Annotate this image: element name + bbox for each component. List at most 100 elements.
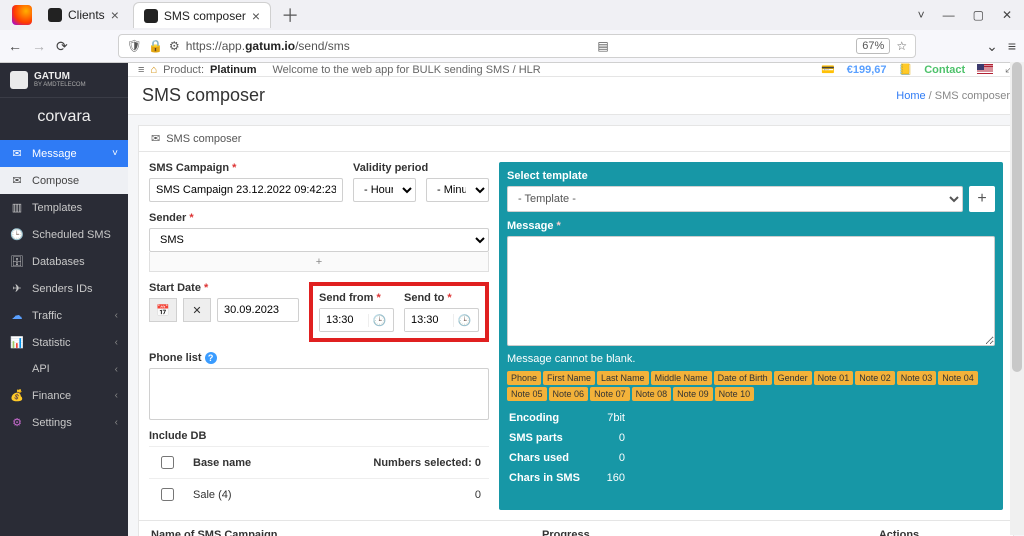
merge-tag[interactable]: Date of Birth [714, 371, 772, 385]
contact-link[interactable]: Contact [924, 64, 965, 76]
lang-flag-icon[interactable] [977, 64, 993, 75]
send-to-input[interactable] [405, 309, 453, 331]
reader-mode-icon[interactable]: ▤ [597, 39, 608, 53]
merge-tag[interactable]: Note 07 [590, 387, 630, 401]
campaign-input[interactable] [149, 178, 343, 202]
sidebar-item-statistic[interactable]: 📊Statistic‹ [0, 329, 128, 356]
nav-back-button[interactable]: ← [8, 38, 22, 54]
message-label: Message * [507, 220, 995, 232]
clock-icon[interactable]: 🕒 [368, 314, 390, 327]
sidebar-label: Compose [32, 175, 79, 187]
close-icon[interactable]: × [111, 7, 119, 23]
calendar-icon[interactable]: 📅 [149, 298, 177, 322]
sidebar-icon: ✉ [10, 147, 24, 160]
window-maximize-button[interactable]: ▢ [973, 8, 984, 22]
breadcrumb: Home / SMS composer [896, 90, 1010, 102]
sidebar-item-message[interactable]: ✉Message˅ [0, 140, 128, 167]
scrollbar-thumb[interactable] [1012, 62, 1022, 372]
sender-select[interactable]: SMS [149, 228, 489, 252]
add-sender-button[interactable]: + [149, 252, 489, 272]
pocket-icon[interactable]: ⌄ [986, 38, 998, 55]
close-icon[interactable]: × [252, 8, 260, 24]
nav-reload-button[interactable]: ⟳ [56, 38, 68, 55]
tab-title: SMS composer [164, 9, 246, 23]
message-textarea[interactable] [507, 236, 995, 346]
add-template-button[interactable]: + [969, 186, 995, 212]
merge-tag[interactable]: Last Name [597, 371, 649, 385]
hours-select[interactable]: - Hours (24) - [353, 178, 416, 202]
hamburger-icon[interactable]: ≡ [138, 64, 144, 76]
sidebar-item-compose[interactable]: ✉Compose [0, 167, 128, 194]
merge-tag[interactable]: Gender [774, 371, 812, 385]
send-from-input[interactable] [320, 309, 368, 331]
clock-icon[interactable]: 🕒 [453, 314, 475, 327]
shield-icon: 🛡 [127, 39, 142, 53]
clear-date-button[interactable]: ✕ [183, 298, 211, 322]
merge-tag[interactable]: Note 01 [814, 371, 854, 385]
send-from-label: Send from * [319, 292, 394, 304]
product-name: Platinum [210, 64, 256, 76]
merge-tag[interactable]: Note 09 [673, 387, 713, 401]
sidebar-item-traffic[interactable]: ☁Traffic‹ [0, 302, 128, 329]
merge-tag[interactable]: Note 04 [938, 371, 978, 385]
merge-tag[interactable]: Note 02 [855, 371, 895, 385]
url-bar[interactable]: 🛡 🔒 ⚙ https://app.gatum.io/send/sms ▤ 67… [118, 34, 916, 58]
template-select[interactable]: - Template - [507, 186, 963, 212]
breadcrumb-home[interactable]: Home [896, 90, 925, 102]
sidebar-item-api[interactable]: API‹ [0, 356, 128, 382]
row-checkbox[interactable] [161, 488, 174, 501]
merge-tag[interactable]: Note 08 [632, 387, 672, 401]
sidebar-label: Finance [32, 390, 71, 402]
home-icon[interactable]: ⌂ [150, 64, 157, 76]
balance-icon: 💳 [821, 63, 835, 76]
menu-icon[interactable]: ≡ [1008, 38, 1016, 54]
chevron-icon: ‹ [115, 390, 118, 401]
browser-tab-clients[interactable]: Clients × [38, 2, 129, 28]
mail-icon: ✉ [151, 132, 160, 145]
sidebar-icon: 🗄 [10, 255, 24, 268]
sidebar-label: Settings [32, 417, 72, 429]
permissions-icon: ⚙ [169, 39, 180, 53]
browser-tab-sms-composer[interactable]: SMS composer × [133, 2, 271, 28]
window-dropdown-icon[interactable]: ˅ [918, 8, 925, 22]
sidebar-label: Databases [32, 256, 85, 268]
merge-tag[interactable]: Middle Name [651, 371, 712, 385]
merge-tag[interactable]: Note 10 [715, 387, 755, 401]
new-tab-button[interactable]: ＋ [281, 2, 299, 28]
minutes-select[interactable]: - Minutes (00) - [426, 178, 489, 202]
sidebar-item-templates[interactable]: ▥Templates [0, 194, 128, 221]
zoom-badge[interactable]: 67% [856, 38, 890, 54]
merge-tag[interactable]: Note 03 [897, 371, 937, 385]
merge-tag[interactable]: Note 05 [507, 387, 547, 401]
panel-title: SMS composer [166, 133, 241, 145]
sidebar-item-senders-ids[interactable]: ✈Senders IDs [0, 275, 128, 302]
sidebar-icon: 📊 [10, 336, 24, 349]
window-minimize-button[interactable]: — [943, 8, 955, 22]
sidebar-item-settings[interactable]: ⚙Settings‹ [0, 409, 128, 436]
merge-tag[interactable]: Note 06 [549, 387, 589, 401]
window-close-button[interactable]: ✕ [1002, 8, 1012, 22]
scrollbar[interactable] [1010, 62, 1024, 535]
sidebar-label: Templates [32, 202, 82, 214]
sidebar-icon: 🕒 [10, 228, 24, 241]
merge-tag[interactable]: First Name [543, 371, 595, 385]
sidebar-item-scheduled-sms[interactable]: 🕒 Scheduled SMS [0, 221, 128, 248]
chevron-icon: ‹ [115, 417, 118, 428]
select-all-checkbox[interactable] [161, 456, 174, 469]
phone-list-input[interactable] [149, 368, 489, 420]
contact-icon: 📒 [899, 63, 913, 76]
breadcrumb-current: SMS composer [935, 90, 1010, 102]
merge-tag[interactable]: Phone [507, 371, 541, 385]
stat-value: 0 [585, 429, 625, 447]
sidebar-item-databases[interactable]: 🗄 Databases [0, 248, 128, 275]
sidebar-label: Scheduled SMS [32, 229, 111, 241]
sidebar-icon: 💰 [10, 389, 24, 402]
campaign-list-header: Name of SMS Campaign Progress Actions [138, 521, 1014, 536]
sidebar-item-finance[interactable]: 💰 Finance ‹ [0, 382, 128, 409]
bookmark-star-icon[interactable]: ☆ [896, 39, 907, 53]
welcome-text: Welcome to the web app for BULK sending … [273, 64, 541, 76]
table-row[interactable]: Sale (4) 0 [149, 479, 489, 511]
start-date-input[interactable] [217, 298, 299, 322]
help-icon[interactable]: ? [205, 352, 217, 364]
balance-value[interactable]: €199,67 [847, 64, 887, 76]
